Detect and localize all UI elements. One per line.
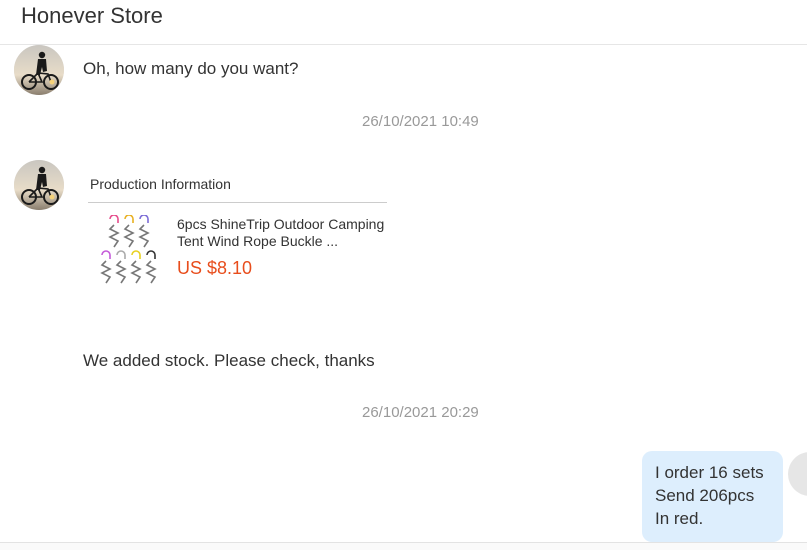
chat-area[interactable]: Oh, how many do you want? 26/10/2021 10:… [0,45,807,542]
cyclist-silhouette-icon [14,160,64,210]
product-thumbnail[interactable] [98,214,158,289]
divider [88,202,387,203]
user-avatar-icon[interactable] [788,452,807,496]
outgoing-message-bubble: I order 16 sets Send 206pcs In red. [642,451,783,542]
cyclist-silhouette-icon [14,45,64,95]
product-price: US $8.10 [177,258,253,278]
product-name-link[interactable]: 6pcs ShineTrip Outdoor Camping Tent Wind… [177,216,389,250]
incoming-message-text: We added stock. Please check, thanks [83,351,375,370]
message-timestamp: 26/10/2021 20:29 [362,404,479,421]
outgoing-message-line: In red. [655,509,704,528]
incoming-message-text: Oh, how many do you want? [83,59,299,78]
store-name[interactable]: Honever Store [21,3,163,29]
outgoing-message-line: I order 16 sets [655,463,764,482]
seller-avatar[interactable] [14,45,64,95]
product-card-heading: Production Information [90,176,231,192]
chat-header: Honever Store [0,0,807,45]
seller-avatar[interactable] [14,160,64,210]
carabiner-product-image [100,214,157,284]
product-card[interactable]: Production Information 6pcs ShineTrip Ou… [84,173,389,293]
outgoing-message-line: Send 206pcs [655,486,755,505]
message-timestamp: 26/10/2021 10:49 [362,113,479,130]
message-input-area[interactable] [0,542,807,550]
